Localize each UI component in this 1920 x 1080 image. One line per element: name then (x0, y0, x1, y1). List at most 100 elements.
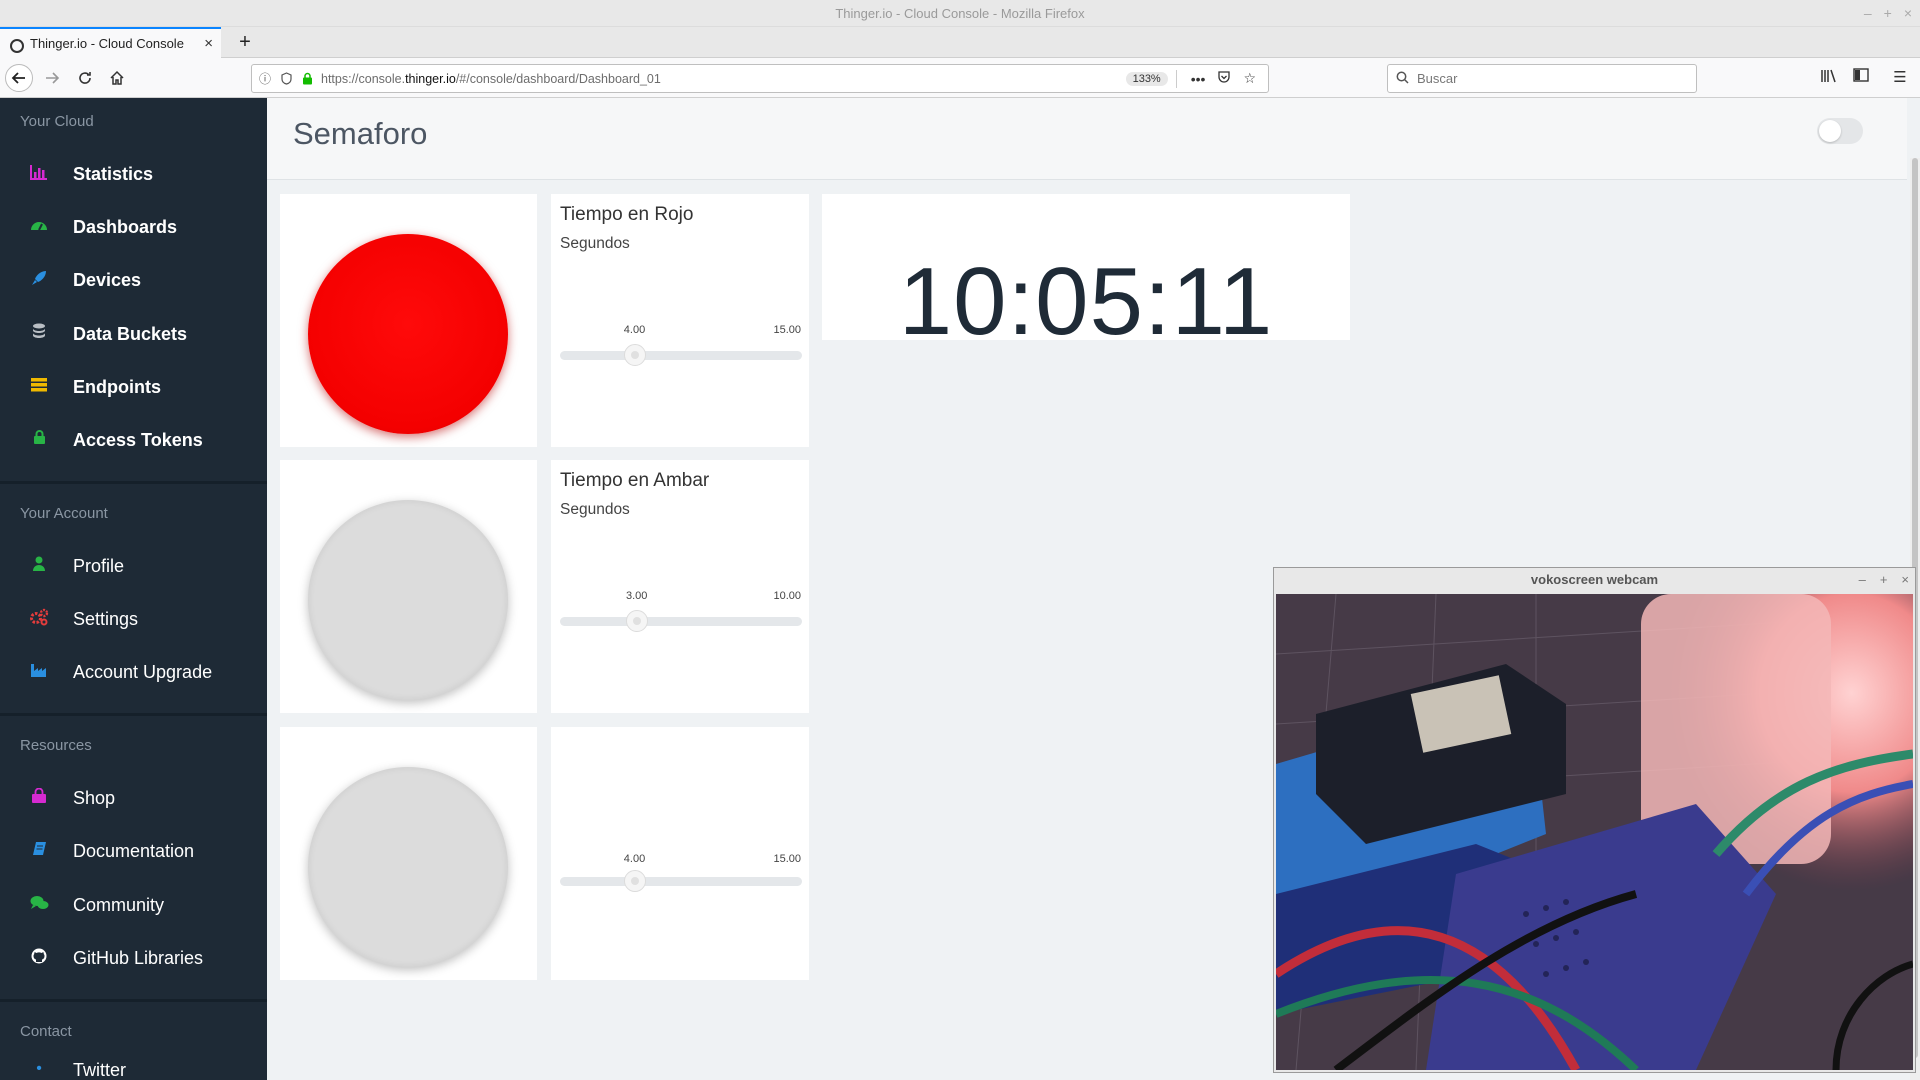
rocket-icon (29, 270, 49, 291)
slider-value-label: 4.00 (623, 853, 646, 865)
slider-widget-ambar: Tiempo en Ambar Segundos 3.00 10.00 (551, 460, 809, 713)
sidebar-item-dashboards[interactable]: Dashboards (0, 207, 267, 247)
secure-lock-icon[interactable] (300, 72, 314, 86)
sidebar-item-devices[interactable]: Devices (0, 260, 267, 300)
slider-subtitle: Segundos (560, 501, 630, 518)
webcam-window[interactable]: vokoscreen webcam – + × (1273, 567, 1916, 1073)
edit-mode-toggle[interactable] (1817, 118, 1863, 144)
library-icon[interactable] (1818, 68, 1840, 90)
tracking-shield-icon[interactable] (279, 72, 293, 86)
sidebar-item-account-upgrade[interactable]: Account Upgrade (0, 652, 267, 692)
webcam-close-button[interactable]: × (1901, 568, 1909, 592)
slider-handle[interactable] (626, 610, 648, 632)
dashboard-gauge-icon (29, 218, 49, 237)
webcam-maximize-button[interactable]: + (1880, 568, 1888, 592)
sidebar-item-documentation[interactable]: Documentation (0, 831, 267, 871)
slider-value-label: 3.00 (626, 590, 648, 602)
url-separator (1175, 69, 1177, 88)
home-button[interactable] (103, 64, 131, 92)
navigation-toolbar: ⓘ https://console.thinger.io/#/console/d… (0, 58, 1920, 98)
section-header-contact: Contact (20, 1023, 72, 1040)
forward-button[interactable] (38, 64, 66, 92)
sidebar-item-endpoints[interactable]: Endpoints (0, 367, 267, 407)
led-indicator (308, 500, 508, 700)
section-divider (0, 481, 267, 484)
database-icon (29, 323, 49, 345)
sidebar-item-community[interactable]: Community (0, 885, 267, 925)
forward-arrow-icon (46, 72, 60, 84)
slider-widget-verde: 4.00 15.00 (551, 727, 809, 980)
webcam-scene-image (1276, 594, 1913, 1070)
zoom-level-badge[interactable]: 133% (1125, 71, 1168, 86)
sidebar-item-github-libraries[interactable]: GitHub Libraries (0, 938, 267, 978)
webcam-window-title: vokoscreen webcam (1530, 572, 1659, 587)
clock-widget: 10:05:11 (822, 194, 1350, 340)
maximize-button[interactable]: + (1884, 0, 1892, 27)
bookmark-star-icon[interactable]: ☆ (1243, 70, 1256, 87)
gears-icon (29, 608, 49, 631)
url-path: /#/console/dashboard/Dashboard_01 (455, 71, 661, 86)
slider-widget-rojo: Tiempo en Rojo Segundos 4.00 15.00 (551, 194, 809, 447)
slider-max-label: 10.00 (773, 590, 801, 602)
sidebar: Your Cloud Statistics Dashboards Devices… (0, 98, 267, 1080)
slider-handle[interactable] (623, 870, 646, 892)
search-box[interactable]: Buscar (1387, 64, 1697, 93)
minimize-button[interactable]: – (1864, 0, 1872, 27)
section-header-your-account: Your Account (20, 505, 108, 522)
sidebar-item-twitter[interactable]: • Twitter (0, 1060, 267, 1080)
led-indicator (308, 234, 508, 434)
sidebar-toggle-icon[interactable] (1850, 68, 1872, 90)
slider-handle[interactable] (623, 344, 646, 366)
slider-value-label: 4.00 (623, 324, 646, 336)
window-controls: – + × (1864, 0, 1912, 27)
browser-tab[interactable]: Thinger.io - Cloud Console × (0, 27, 221, 58)
comments-icon (29, 895, 49, 916)
back-button[interactable] (5, 64, 33, 92)
webcam-video-feed (1276, 594, 1913, 1070)
slider-track[interactable] (560, 344, 802, 366)
slider-max-label: 15.00 (773, 853, 801, 865)
sidebar-item-data-buckets[interactable]: Data Buckets (0, 314, 267, 354)
sidebar-item-label: GitHub Libraries (73, 947, 204, 968)
url-bar[interactable]: ⓘ https://console.thinger.io/#/console/d… (251, 64, 1269, 93)
sidebar-item-access-tokens[interactable]: Access Tokens (0, 420, 267, 460)
search-icon (1396, 71, 1409, 87)
sidebar-item-shop[interactable]: Shop (0, 778, 267, 818)
slider-track[interactable] (560, 870, 802, 892)
led-indicator (308, 767, 508, 967)
url-text[interactable]: https://console.thinger.io/#/console/das… (321, 72, 661, 86)
slider-max-label: 15.00 (773, 324, 801, 336)
slider-title: Tiempo en Ambar (560, 470, 710, 491)
webcam-minimize-button[interactable]: – (1859, 568, 1866, 592)
tab-bar: Thinger.io - Cloud Console × + (0, 27, 1920, 58)
sidebar-item-label: Account Upgrade (73, 661, 213, 682)
url-prefix: https://console. (321, 71, 406, 86)
sidebar-item-label: Shop (73, 787, 116, 808)
info-icon[interactable]: ⓘ (258, 72, 272, 86)
reload-button[interactable] (71, 64, 99, 92)
webcam-window-controls: – + × (1859, 568, 1909, 592)
book-icon (29, 841, 49, 862)
page-actions-menu-icon[interactable]: ••• (1191, 71, 1206, 87)
server-icon (29, 377, 49, 397)
slider-subtitle: Segundos (560, 235, 630, 252)
section-divider (0, 713, 267, 716)
new-tab-button[interactable]: + (231, 27, 259, 58)
hamburger-menu-icon[interactable]: ☰ (1889, 68, 1911, 90)
industry-icon (29, 662, 49, 683)
sidebar-item-profile[interactable]: Profile (0, 546, 267, 586)
github-icon (29, 948, 49, 969)
led-widget-amber (280, 460, 537, 713)
sidebar-item-settings[interactable]: Settings (0, 599, 267, 639)
slider-track[interactable] (560, 610, 802, 632)
sidebar-item-statistics[interactable]: Statistics (0, 154, 267, 194)
sidebar-item-label: Documentation (73, 840, 195, 861)
close-window-button[interactable]: × (1904, 0, 1912, 27)
tab-close-icon[interactable]: × (204, 35, 213, 52)
page-title: Semaforo (293, 116, 428, 151)
sidebar-item-label: Settings (73, 608, 139, 629)
window-titlebar: Thinger.io - Cloud Console - Mozilla Fir… (0, 0, 1920, 27)
section-header-your-cloud: Your Cloud (20, 113, 94, 130)
back-arrow-icon (11, 72, 25, 84)
pocket-icon[interactable] (1217, 70, 1231, 87)
